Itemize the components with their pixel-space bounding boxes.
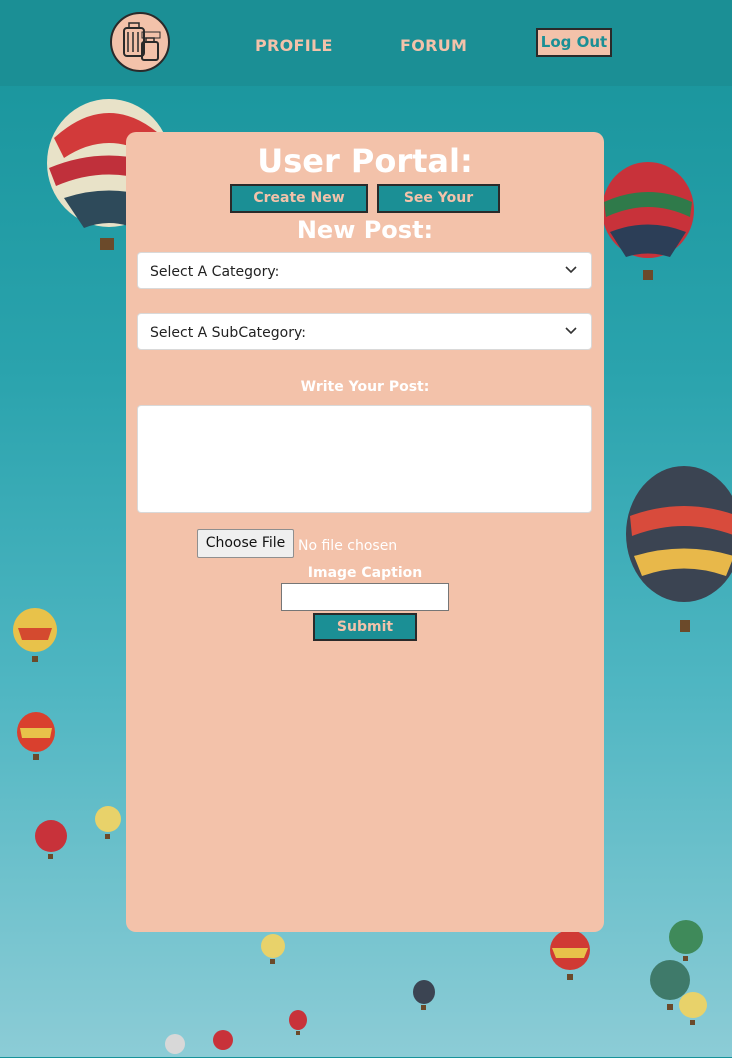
create-new-post-button[interactable]: Create New Post:: [230, 184, 368, 231]
subcategory-select[interactable]: Select A SubCategory:: [137, 313, 592, 350]
nav-profile-link[interactable]: PROFILE: [255, 36, 333, 55]
subcategory-select-value: Select A SubCategory:: [150, 325, 306, 341]
submit-post-button[interactable]: Submit Post!: [313, 613, 417, 659]
balloon-image: [95, 806, 121, 839]
balloon-image: [213, 1030, 233, 1050]
balloon-image: [679, 992, 707, 1025]
choose-file-button[interactable]: Choose File: [197, 529, 294, 558]
nav-forum-link[interactable]: FORUM: [400, 36, 467, 55]
category-select-value: Select A Category:: [150, 264, 280, 280]
balloon-image: [35, 820, 67, 859]
user-portal-panel: User Portal: Create New Post: See Your P…: [126, 132, 604, 932]
file-status-text: No file chosen: [298, 538, 398, 554]
see-your-posts-button[interactable]: See Your Posts:: [377, 184, 500, 231]
balloon-image: [413, 980, 435, 1010]
balloon-image: [669, 920, 703, 961]
balloon-image: [261, 934, 285, 964]
balloon-image: [626, 466, 732, 632]
balloon-image: [602, 162, 694, 280]
balloon-image: [13, 608, 57, 662]
balloon-image: [550, 930, 590, 980]
balloon-image: [289, 1010, 307, 1035]
logout-button[interactable]: Log Out: [536, 28, 612, 57]
chevron-down-icon: [565, 327, 577, 335]
top-navbar: PROFILE FORUM Log Out: [0, 0, 732, 86]
luggage-logo-icon[interactable]: [110, 12, 170, 72]
balloon-image: [165, 1034, 185, 1054]
post-textarea[interactable]: [137, 405, 592, 513]
category-select[interactable]: Select A Category:: [137, 252, 592, 289]
chevron-down-icon: [565, 266, 577, 274]
post-textarea-label: Write Your Post:: [300, 379, 430, 395]
page-title: User Portal:: [257, 142, 473, 180]
image-caption-input[interactable]: [281, 583, 449, 611]
section-title: New Post:: [296, 216, 434, 244]
balloon-image: [17, 712, 55, 760]
image-caption-label: Image Caption: [307, 565, 423, 581]
